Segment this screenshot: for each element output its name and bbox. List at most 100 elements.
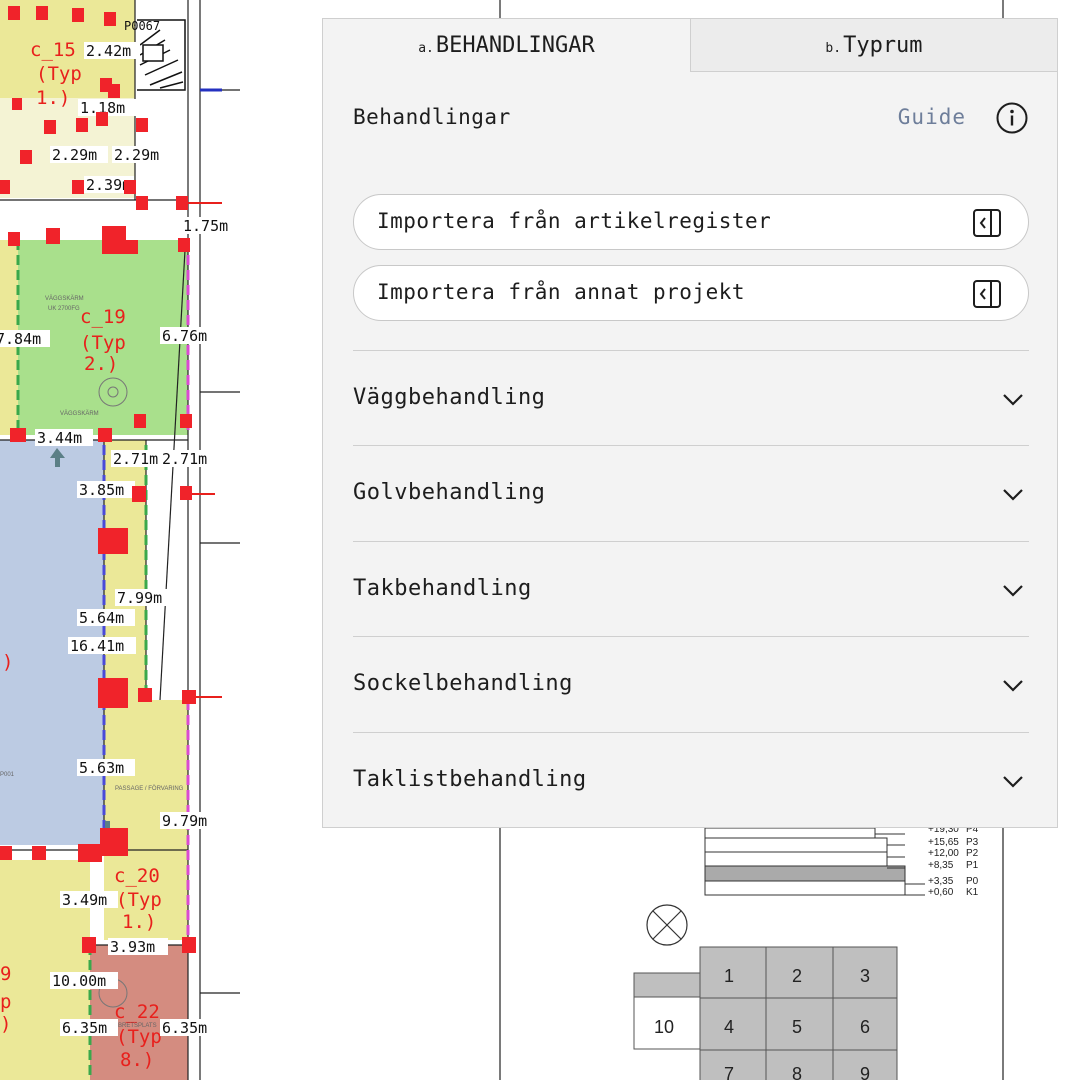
dimension-label: 2.29m	[114, 146, 159, 164]
accordion-taklistbehandling[interactable]: Taklistbehandling	[353, 732, 1029, 828]
dimension-label: 3.44m	[37, 429, 82, 447]
tab-label: Typrum	[843, 32, 923, 58]
dimension-label: 7.99m	[117, 589, 162, 607]
dimension-label: 3.49m	[62, 891, 107, 909]
treatments-panel: a. BEHANDLINGAR b. Typrum Behandlingar G…	[322, 18, 1058, 828]
chevron-down-icon	[1003, 776, 1023, 788]
tab-prefix: b.	[825, 40, 842, 56]
svg-text:8: 8	[792, 1064, 802, 1080]
import-from-other-project-button[interactable]: Importera från annat projekt	[353, 265, 1029, 321]
svg-text:(Typ: (Typ	[116, 889, 162, 911]
room-label-fragment: p	[0, 991, 11, 1013]
dimension-label: 5.64m	[79, 609, 124, 627]
dimension-label: 10.00m	[52, 972, 106, 990]
svg-text:+3,35: +3,35	[928, 876, 954, 887]
svg-text:P2: P2	[966, 848, 979, 859]
accordion-takbehandling[interactable]: Takbehandling	[353, 541, 1029, 637]
svg-text:4: 4	[724, 1017, 734, 1037]
dimension-label: 16.41m	[70, 637, 124, 655]
dimension-label: 5.63m	[79, 759, 124, 777]
import-from-article-register-button[interactable]: Importera från artikelregister	[353, 194, 1029, 250]
accordion-label: Taklistbehandling	[353, 767, 587, 792]
room-fill-corridor	[104, 440, 146, 700]
section-title: Behandlingar	[353, 105, 511, 129]
room-label-fragment: )	[0, 1013, 11, 1035]
plan-small-text: UK 2700FG	[48, 306, 80, 312]
tab-label: BEHANDLINGAR	[435, 33, 595, 58]
svg-text:c_20: c_20	[114, 865, 160, 887]
dimension-label: 2.71m	[162, 450, 207, 468]
button-label: Importera från annat projekt	[377, 280, 746, 304]
svg-text:1.): 1.)	[36, 87, 70, 109]
dimension-label: 6.76m	[162, 327, 207, 345]
room-label-fragment: )	[2, 651, 13, 673]
svg-text:1.): 1.)	[122, 911, 156, 933]
dimension-label: 7.84m	[0, 330, 41, 348]
plan-small-text: P001	[0, 772, 15, 778]
plan-small-text: PASSAGE / FÖRVARING	[115, 785, 184, 792]
svg-text:10: 10	[654, 1017, 674, 1037]
key-plan-grid	[633, 946, 898, 1080]
svg-text:c_19: c_19	[80, 306, 126, 328]
svg-text:c_22: c_22	[114, 1001, 160, 1023]
svg-text:6: 6	[860, 1017, 870, 1037]
svg-text:P3: P3	[966, 837, 979, 848]
tab-prefix: a.	[418, 41, 434, 56]
svg-text:+0,60: +0,60	[928, 887, 954, 898]
svg-text:2: 2	[792, 966, 802, 986]
svg-text:2.): 2.)	[84, 353, 118, 375]
door-tag: P0067	[124, 19, 160, 33]
dimension-label: 3.85m	[79, 481, 124, 499]
panel-tabs: a. BEHANDLINGAR b. Typrum	[323, 19, 1057, 72]
panel-import-icon	[973, 280, 1001, 308]
accordion-label: Sockelbehandling	[353, 671, 573, 696]
tab-behandlingar[interactable]: a. BEHANDLINGAR	[323, 19, 690, 72]
svg-text:+8,35: +8,35	[928, 860, 954, 871]
dimension-label: 3.93m	[110, 938, 155, 956]
svg-text:7: 7	[724, 1064, 734, 1080]
guide-link[interactable]: Guide	[898, 105, 966, 129]
dimension-label: 2.42m	[86, 42, 131, 60]
svg-text:(Typ: (Typ	[116, 1026, 162, 1048]
svg-text:K1: K1	[966, 887, 979, 898]
svg-text:c_15: c_15	[30, 39, 76, 61]
svg-text:+12,00: +12,00	[928, 848, 959, 859]
plan-small-text: VÄGGSKÄRM	[45, 295, 84, 302]
info-icon[interactable]	[995, 101, 1029, 135]
dimension-label: 6.35m	[62, 1019, 107, 1037]
dimension-label: 2.71m	[113, 450, 158, 468]
chevron-down-icon	[1003, 394, 1023, 406]
compass-icon	[646, 904, 688, 946]
svg-text:1: 1	[724, 966, 734, 986]
dimension-label: 2.29m	[52, 146, 97, 164]
svg-text:8.): 8.)	[120, 1049, 154, 1071]
svg-text:(Typ: (Typ	[36, 63, 82, 85]
accordion-golvbehandling[interactable]: Golvbehandling	[353, 445, 1029, 541]
dimension-label: 6.35m	[162, 1019, 207, 1037]
building-section-diagram	[704, 827, 925, 896]
chevron-down-icon	[1003, 489, 1023, 501]
dimension-label: 9.79m	[162, 812, 207, 830]
panel-import-icon	[973, 209, 1001, 237]
dimension-label: 1.75m	[183, 217, 228, 235]
room-label-fragment: 9	[0, 963, 11, 985]
button-label: Importera från artikelregister	[377, 209, 772, 233]
chevron-down-icon	[1003, 680, 1023, 692]
section-header: Behandlingar Guide	[353, 101, 1029, 137]
svg-text:P1: P1	[966, 860, 979, 871]
svg-text:3: 3	[860, 966, 870, 986]
accordion-label: Golvbehandling	[353, 480, 546, 505]
svg-text:5: 5	[792, 1017, 802, 1037]
accordion-sockelbehandling[interactable]: Sockelbehandling	[353, 636, 1029, 732]
svg-text:(Typ: (Typ	[80, 332, 126, 354]
tab-typrum[interactable]: b. Typrum	[690, 19, 1057, 72]
svg-text:P0: P0	[966, 876, 979, 887]
chevron-down-icon	[1003, 585, 1023, 597]
plan-small-text: VÄGGSKÄRM	[60, 410, 99, 417]
elevation-legend: +19,30 P4 +15,65 P3 +12,00 P2 +8,35 P1 +3,35…	[928, 824, 979, 898]
accordion-label: Väggbehandling	[353, 385, 546, 410]
svg-text:+15,65: +15,65	[928, 837, 959, 848]
accordion-label: Takbehandling	[353, 576, 532, 601]
accordion-vaggbehandling[interactable]: Väggbehandling	[353, 350, 1029, 446]
room-label-c20[interactable]: c_20 (Typ 1.)	[114, 865, 162, 933]
